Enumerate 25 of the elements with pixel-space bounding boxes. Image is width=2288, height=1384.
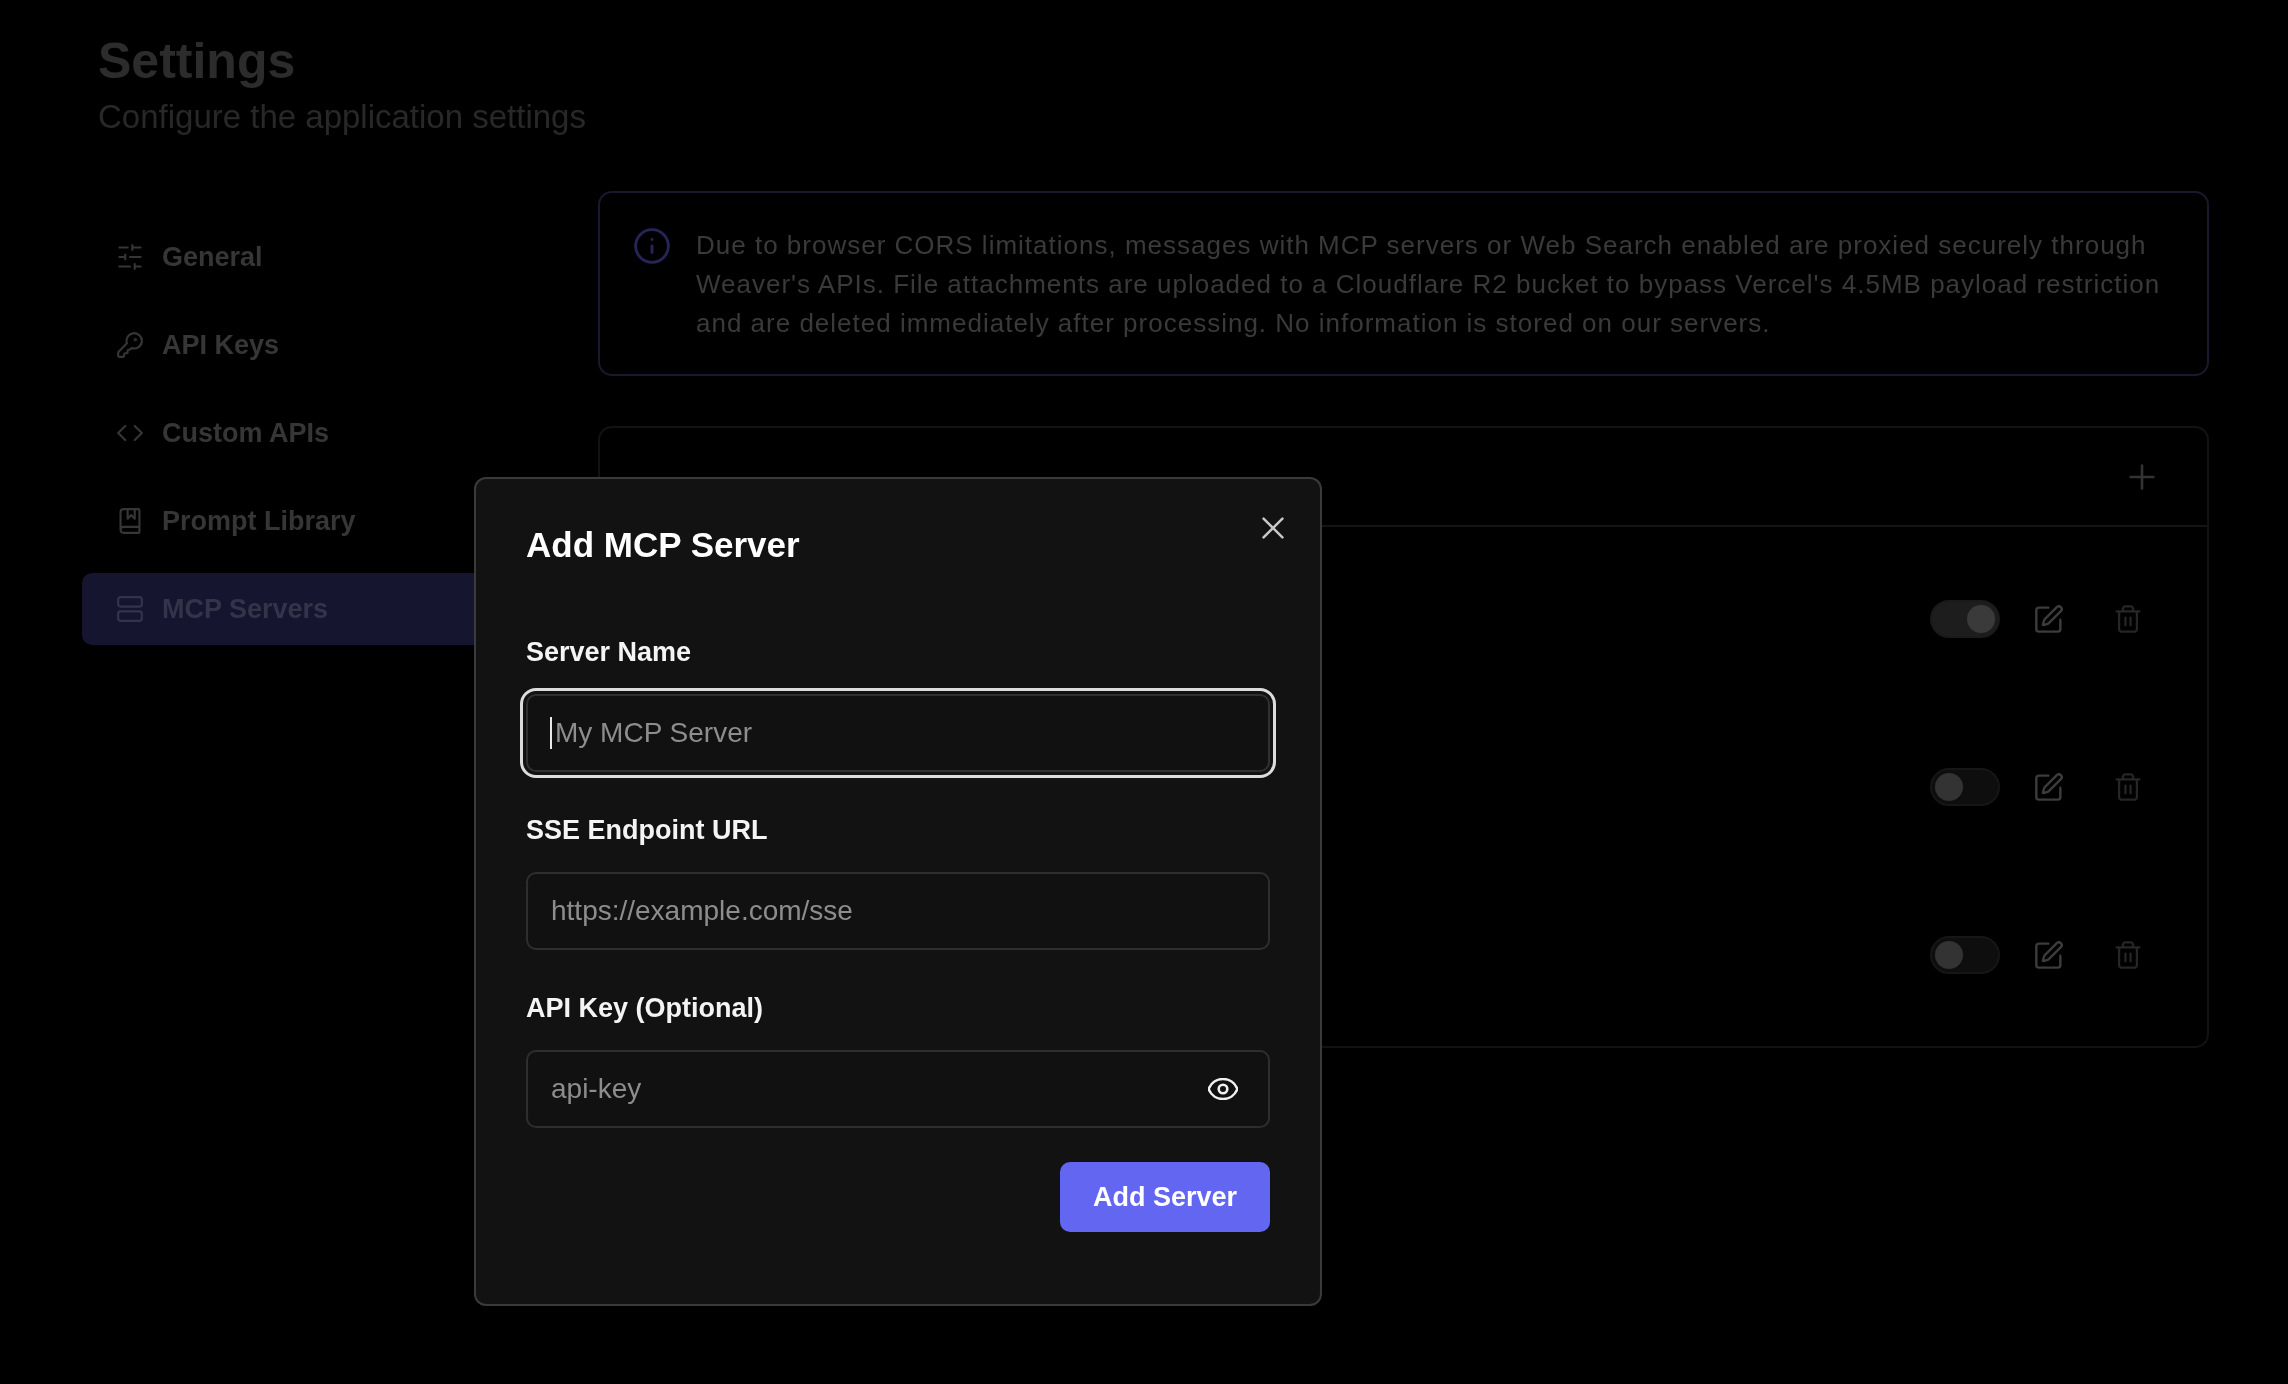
input-field[interactable]: https://example.com/sse (526, 872, 1270, 950)
plus-icon[interactable] (2129, 463, 2155, 490)
toggle-switch[interactable] (1930, 936, 2000, 974)
pencil-icon[interactable] (2035, 941, 2063, 969)
toggle-switch[interactable] (1930, 768, 2000, 806)
info-icon (634, 228, 670, 264)
eye-icon[interactable] (1208, 1078, 1238, 1100)
sliders-icon (117, 244, 143, 270)
text-cursor-icon (550, 717, 552, 749)
field-label: API Key (Optional) (526, 992, 763, 1025)
toggle-switch[interactable] (1930, 600, 2000, 638)
add-server-button[interactable]: Add Server (1060, 1162, 1270, 1232)
field-label: SSE Endpoint URL (526, 814, 768, 847)
pencil-icon[interactable] (2035, 605, 2063, 633)
trash-icon[interactable] (2114, 773, 2142, 801)
trash-icon[interactable] (2114, 941, 2142, 969)
trash-icon[interactable] (2114, 605, 2142, 633)
dialog-title: Add MCP Server (526, 524, 800, 566)
key-icon (117, 332, 143, 358)
book-icon (117, 508, 143, 534)
server-icon (117, 596, 143, 622)
notice-text: Due to browser CORS limitations, messages with MCP servers or Web Search enabled are proxied securely through Weaver's APIs. File attachments are uploaded to a Cloudflare R2 bucket to bypass Vercel's 4.5MB payload restriction and are deleted immediately after processing. No information is stored on our servers. (696, 229, 2162, 340)
pencil-icon[interactable] (2035, 773, 2063, 801)
input-field[interactable]: api-key (526, 1050, 1270, 1128)
close-icon[interactable] (1262, 517, 1284, 539)
